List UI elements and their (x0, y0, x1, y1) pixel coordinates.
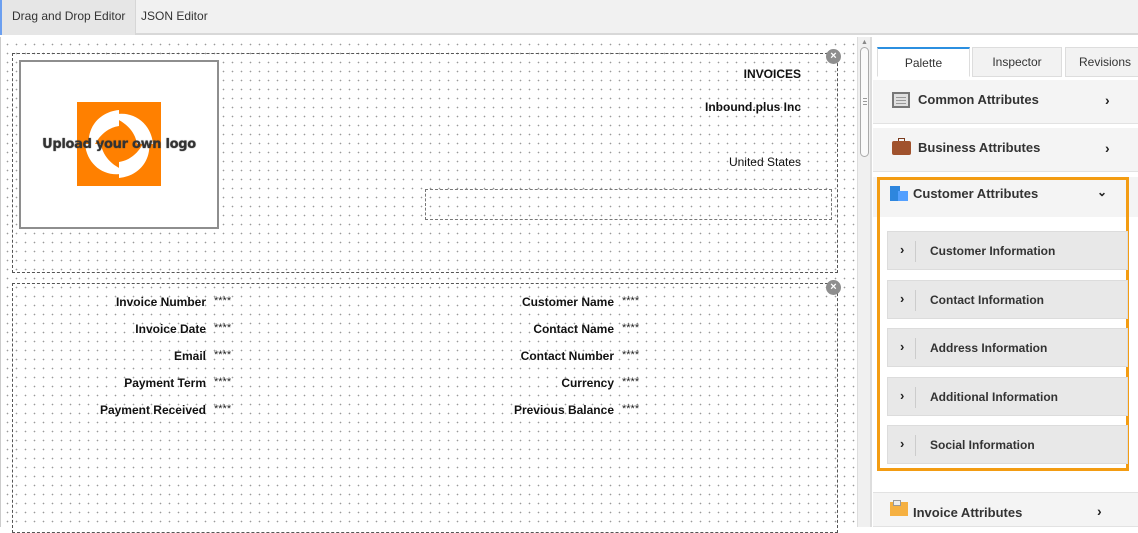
table-icon (892, 92, 910, 108)
item-contact-information[interactable]: › Contact Information (887, 280, 1128, 319)
field-label: Previous Balance (513, 403, 614, 417)
chevron-right-icon: › (900, 388, 905, 403)
field-value: **** (622, 295, 640, 307)
section-invoice-attributes[interactable]: Invoice Attributes › (873, 492, 1138, 527)
field-payment-term[interactable]: Payment Term **** (1, 376, 241, 392)
field-value: **** (622, 376, 640, 388)
chevron-right-icon: › (900, 339, 905, 354)
field-label: Email (173, 349, 206, 363)
field-value: **** (622, 322, 640, 334)
field-invoice-number[interactable]: Invoice Number **** (1, 295, 241, 311)
field-value: **** (214, 322, 232, 334)
tab-json-editor[interactable]: JSON Editor (131, 0, 218, 35)
item-label: Social Information (930, 438, 1035, 452)
tab-palette[interactable]: Palette (877, 47, 970, 77)
field-contact-name[interactable]: Contact Name **** (401, 322, 649, 338)
item-label: Additional Information (930, 390, 1058, 404)
chevron-right-icon: › (1097, 503, 1102, 519)
scrollbar-thumb[interactable] (860, 47, 869, 157)
section-business-attributes[interactable]: Business Attributes › (873, 128, 1138, 172)
field-label: Payment Received (99, 403, 206, 417)
briefcase-icon (892, 138, 911, 155)
item-label: Address Information (930, 341, 1048, 355)
section-title: Business Attributes (918, 140, 1041, 155)
divider (915, 338, 916, 359)
invoice-title: INVOICES (743, 67, 801, 81)
field-label: Contact Name (533, 322, 614, 336)
field-label: Payment Term (124, 376, 206, 390)
scroll-up-icon[interactable]: ▲ (861, 39, 868, 46)
chevron-right-icon: › (1105, 92, 1110, 108)
editor-mode-tabs: Drag and Drop Editor JSON Editor (0, 0, 1138, 35)
tab-drag-and-drop-editor[interactable]: Drag and Drop Editor (0, 0, 137, 35)
field-label: Invoice Number (115, 295, 206, 309)
section-title: Invoice Attributes (913, 505, 1023, 520)
company-name: Inbound.plus Inc (705, 100, 801, 114)
item-label: Customer Information (930, 244, 1056, 258)
chevron-right-icon: › (900, 242, 905, 257)
logo-upload[interactable]: Upload your own logo (19, 60, 219, 229)
section-common-attributes[interactable]: Common Attributes › (873, 80, 1138, 124)
field-currency[interactable]: Currency **** (401, 376, 649, 392)
remove-details-section-icon[interactable]: × (826, 280, 841, 295)
chevron-right-icon: › (1105, 140, 1110, 156)
canvas-scrollbar[interactable]: ▲ (857, 37, 871, 527)
tab-inspector[interactable]: Inspector (972, 47, 1062, 77)
field-value: **** (214, 349, 232, 361)
item-additional-information[interactable]: › Additional Information (887, 377, 1128, 416)
company-country: United States (728, 155, 801, 169)
field-value: **** (214, 295, 232, 307)
field-value: **** (622, 403, 640, 415)
divider (915, 435, 916, 456)
field-invoice-date[interactable]: Invoice Date **** (1, 322, 241, 338)
logo-placeholder-text: Upload your own logo (42, 137, 196, 152)
item-social-information[interactable]: › Social Information (887, 425, 1128, 464)
field-previous-balance[interactable]: Previous Balance **** (401, 403, 649, 419)
field-label: Customer Name (521, 295, 614, 309)
chevron-right-icon: › (900, 436, 905, 451)
invoice-envelope-icon (890, 500, 908, 516)
address-placeholder[interactable] (425, 189, 832, 220)
field-customer-name[interactable]: Customer Name **** (401, 295, 649, 311)
item-label: Contact Information (930, 293, 1044, 307)
field-label: Invoice Date (135, 322, 206, 336)
item-customer-information[interactable]: › Customer Information (887, 231, 1128, 270)
tab-revisions[interactable]: Revisions (1065, 47, 1138, 77)
chevron-right-icon: › (900, 291, 905, 306)
field-label: Currency (561, 376, 614, 390)
section-title: Common Attributes (918, 92, 1039, 107)
field-payment-received[interactable]: Payment Received **** (1, 403, 241, 419)
field-value: **** (214, 403, 232, 415)
divider (915, 290, 916, 311)
field-value: **** (214, 376, 232, 388)
field-contact-number[interactable]: Contact Number **** (401, 349, 649, 365)
divider (915, 241, 916, 262)
divider (915, 387, 916, 408)
design-canvas[interactable]: × Upload your own logo INVOICES Inbound.… (0, 37, 857, 533)
field-email[interactable]: Email **** (1, 349, 241, 365)
item-address-information[interactable]: › Address Information (887, 328, 1128, 367)
remove-header-section-icon[interactable]: × (826, 49, 841, 64)
field-value: **** (622, 349, 640, 361)
field-label: Contact Number (520, 349, 614, 363)
